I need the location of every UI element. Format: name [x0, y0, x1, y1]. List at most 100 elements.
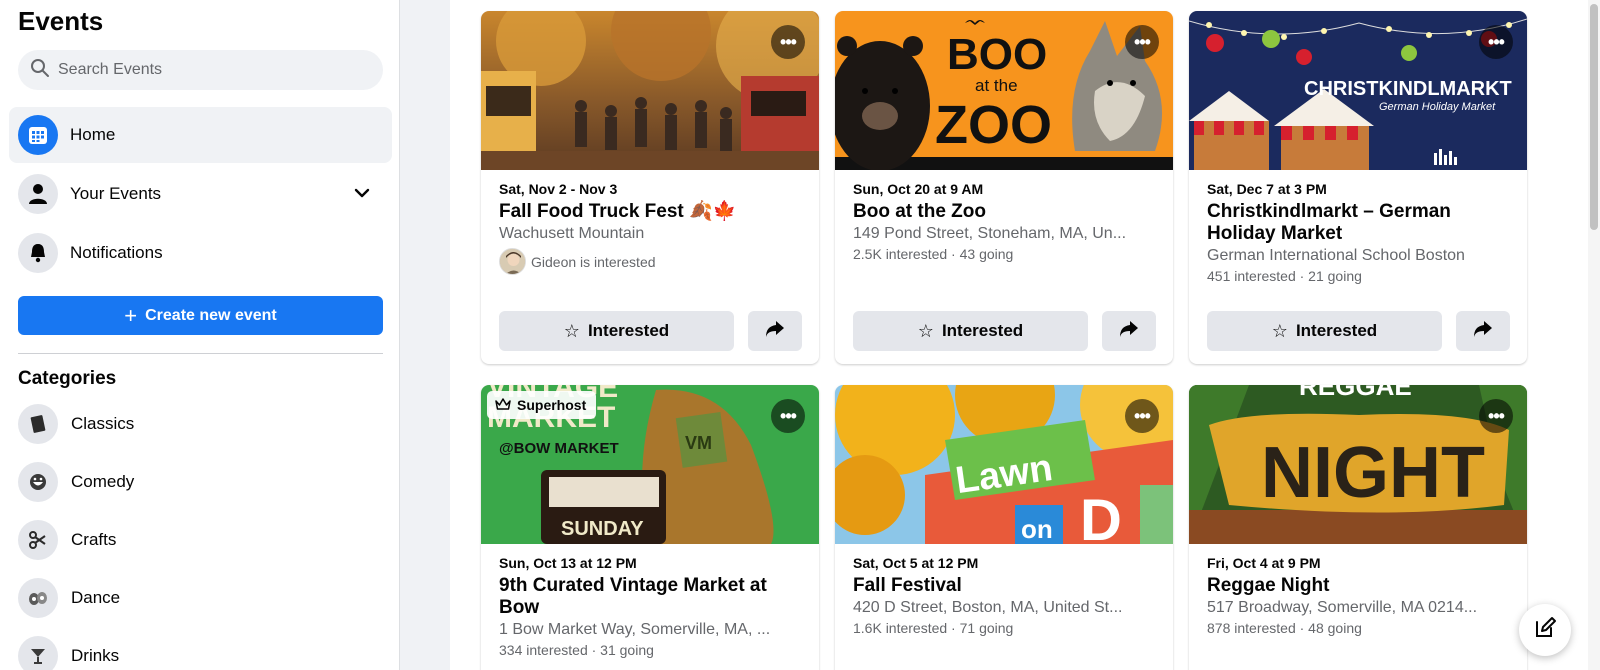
compose-icon — [1533, 616, 1557, 645]
image-text-at-the: at the — [975, 76, 1018, 95]
bell-icon — [18, 233, 58, 273]
category-comedy[interactable]: Comedy — [18, 462, 134, 502]
interested-label: Interested — [587, 321, 670, 340]
event-location: 420 D Street, Boston, MA, United St... — [853, 599, 1123, 616]
more-options-button[interactable]: ••• — [1125, 399, 1159, 433]
plus-icon: + — [124, 302, 138, 328]
star-icon: ☆ — [563, 320, 580, 341]
event-details: Sat, Dec 7 at 3 PM Christkindlmarkt – Ge… — [1189, 170, 1527, 284]
search-box[interactable] — [18, 50, 383, 90]
interested-button[interactable]: ☆ Interested — [853, 311, 1088, 351]
image-text-subtitle: German Holiday Market — [1379, 101, 1496, 113]
event-stats: 2.5K interested · 43 going — [853, 246, 1014, 262]
interested-button[interactable]: ☆ Interested — [499, 311, 734, 351]
event-location: German International School Boston — [1207, 247, 1465, 264]
event-date: Fri, Oct 4 at 9 PM — [1207, 555, 1321, 571]
event-image[interactable]: Lawn on D ••• — [835, 385, 1173, 544]
share-button[interactable] — [1456, 311, 1510, 351]
nav-home[interactable]: Home — [9, 107, 392, 163]
category-dance[interactable]: Dance — [18, 578, 120, 618]
event-stats: 451 interested · 21 going — [1207, 268, 1362, 284]
star-icon: ☆ — [1271, 320, 1288, 341]
dance-shoes-icon — [18, 578, 58, 618]
category-classics[interactable]: Classics — [18, 404, 134, 444]
card-actions: ☆ Interested — [853, 311, 1156, 351]
event-card[interactable]: REGGAE NIGHT ••• Fri, Oct 4 at 9 PM Regg… — [1189, 385, 1527, 670]
event-card[interactable]: VINTAGE MARKET @BOW MARKET VM SUNDAY Sup… — [481, 385, 819, 670]
superhost-badge: Superhost — [487, 391, 597, 419]
share-icon — [765, 320, 785, 343]
category-label: Crafts — [71, 530, 117, 549]
event-title[interactable]: Fall Festival — [853, 575, 1155, 597]
chevron-down-icon[interactable] — [354, 186, 370, 204]
interested-label: Interested — [941, 321, 1024, 340]
categories-heading: Categories — [18, 368, 117, 389]
more-options-button[interactable]: ••• — [771, 399, 805, 433]
event-details: Fri, Oct 4 at 9 PM Reggae Night 517 Broa… — [1189, 544, 1527, 636]
event-image[interactable]: CHRISTKINDLMARKT German Holiday Market •… — [1189, 11, 1527, 170]
category-label: Drinks — [71, 646, 120, 665]
nav-notifications-label: Notifications — [70, 243, 163, 262]
more-options-button[interactable]: ••• — [1479, 25, 1513, 59]
event-location: 517 Broadway, Somerville, MA 0214... — [1207, 599, 1478, 616]
event-image[interactable]: REGGAE NIGHT ••• — [1189, 385, 1527, 544]
event-date: Sun, Oct 13 at 12 PM — [499, 555, 637, 571]
nav-home-label: Home — [70, 125, 116, 144]
event-location: 149 Pond Street, Stoneham, MA, Un... — [853, 225, 1127, 242]
category-drinks[interactable]: Drinks — [18, 636, 119, 670]
share-button[interactable] — [748, 311, 802, 351]
scrollbar-thumb[interactable] — [1590, 4, 1598, 230]
event-title[interactable]: Reggae Night — [1207, 575, 1509, 597]
event-date: Sat, Oct 5 at 12 PM — [853, 555, 979, 571]
laugh-icon — [18, 462, 58, 502]
more-options-button[interactable]: ••• — [1125, 25, 1159, 59]
nav-your-events[interactable]: Your Events — [9, 166, 392, 222]
scrollbar[interactable] — [1588, 0, 1600, 670]
event-card[interactable]: ••• Sat, Nov 2 - Nov 3 Fall Food Truck F… — [481, 11, 819, 364]
event-card[interactable]: CHRISTKINDLMARKT German Holiday Market •… — [1189, 11, 1527, 364]
event-image[interactable]: BOO at the ZOO ••• — [835, 11, 1173, 170]
scissors-icon — [18, 520, 58, 560]
more-options-button[interactable]: ••• — [1479, 399, 1513, 433]
event-card[interactable]: BOO at the ZOO ••• Sun, Oct 20 at 9 AM B… — [835, 11, 1173, 364]
create-event-label: Create new event — [145, 306, 277, 324]
image-text-reggae: REGGAE — [1299, 385, 1412, 401]
event-title[interactable]: Boo at the Zoo — [853, 201, 1155, 223]
image-text-zoo: ZOO — [935, 95, 1052, 155]
nav-notifications[interactable]: Notifications — [9, 225, 392, 281]
category-label: Comedy — [71, 472, 135, 491]
category-crafts[interactable]: Crafts — [18, 520, 116, 560]
card-actions: ☆ Interested — [1207, 311, 1510, 351]
share-button[interactable] — [1102, 311, 1156, 351]
create-event-button[interactable]: + Create new event — [18, 296, 383, 335]
divider — [18, 353, 383, 354]
book-icon — [18, 404, 58, 444]
event-title[interactable]: Fall Food Truck Fest 🍂🍁 — [499, 201, 801, 223]
image-text-sunday: SUNDAY — [561, 518, 644, 540]
image-text-night: NIGHT — [1261, 433, 1485, 513]
interested-label: Interested — [1295, 321, 1378, 340]
event-stats: 878 interested · 48 going — [1207, 620, 1362, 636]
calendar-icon — [18, 115, 58, 155]
compose-button[interactable] — [1519, 604, 1571, 656]
friend-activity: Gideon is interested — [499, 248, 801, 275]
event-title[interactable]: 9th Curated Vintage Market at Bow — [499, 575, 801, 619]
event-details: Sun, Oct 13 at 12 PM 9th Curated Vintage… — [481, 544, 819, 658]
event-image[interactable]: ••• — [481, 11, 819, 170]
more-options-button[interactable]: ••• — [771, 25, 805, 59]
events-feed: ••• Sat, Nov 2 - Nov 3 Fall Food Truck F… — [450, 0, 1588, 670]
search-input[interactable] — [58, 61, 358, 79]
event-title[interactable]: Christkindlmarkt – German Holiday Market — [1207, 201, 1509, 245]
category-label: Classics — [71, 414, 135, 433]
event-details: Sun, Oct 20 at 9 AM Boo at the Zoo 149 P… — [835, 170, 1173, 262]
event-card[interactable]: Lawn on D ••• Sat, Oct 5 at 12 PM Fall F… — [835, 385, 1173, 670]
interested-button[interactable]: ☆ Interested — [1207, 311, 1442, 351]
nav-your-events-label: Your Events — [70, 184, 162, 203]
image-text-on: on — [1021, 514, 1053, 544]
event-stats: 1.6K interested · 71 going — [853, 620, 1014, 636]
cocktail-icon — [18, 636, 58, 670]
image-text-d: D — [1080, 488, 1122, 544]
avatar[interactable] — [499, 248, 526, 275]
page-title: Events — [18, 6, 104, 36]
event-image[interactable]: VINTAGE MARKET @BOW MARKET VM SUNDAY Sup… — [481, 385, 819, 544]
